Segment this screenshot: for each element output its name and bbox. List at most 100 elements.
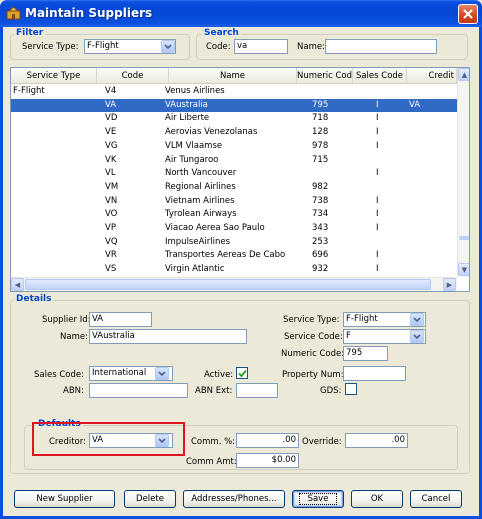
comm-pct-input[interactable]: .00	[236, 433, 299, 448]
scroll-up-button[interactable]: ▲	[458, 68, 469, 81]
addresses-phones-button[interactable]: Addresses/Phones...	[183, 490, 285, 508]
horizontal-scroll-thumb[interactable]	[25, 279, 431, 290]
table-row[interactable]: VS Virgin Atlantic 932 I	[11, 263, 457, 277]
cell-code: VN	[105, 195, 118, 206]
sales-code-value: International	[92, 368, 147, 378]
abn-ext-label: ABN Ext:	[195, 386, 233, 396]
close-button[interactable]	[458, 4, 478, 24]
cell-code: VG	[105, 140, 118, 151]
column-header-credit[interactable]: Credit	[407, 68, 457, 84]
cell-sales: I	[376, 209, 379, 220]
cell-numeric: 253	[312, 236, 329, 247]
checkmark-icon	[237, 369, 247, 377]
cell-name: VAustralia	[165, 99, 208, 110]
cell-numeric: 343	[312, 223, 329, 233]
override-input[interactable]: .00	[345, 433, 408, 448]
creditor-value: VA	[92, 435, 104, 445]
table-row[interactable]: VQ ImpulseAirlines 253	[11, 236, 457, 250]
service-code-dropdown-button[interactable]	[410, 330, 424, 343]
column-header-service-type[interactable]: Service Type	[11, 68, 97, 84]
cell-code: V4	[105, 86, 117, 96]
table-row[interactable]: VM Regional Airlines 982	[11, 181, 457, 195]
table-row[interactable]: VO Tyrolean Airways 734 I	[11, 208, 457, 222]
search-code-input[interactable]: va	[234, 39, 288, 54]
cell-numeric: 738	[312, 195, 329, 206]
cell-numeric: 795	[312, 99, 329, 110]
cell-numeric: 718	[312, 113, 329, 124]
comm-amt-input[interactable]: $0.00	[236, 453, 299, 468]
chevron-down-icon	[158, 370, 166, 376]
chevron-down-icon	[413, 316, 421, 322]
supplier-id-label: Supplier Id:	[42, 315, 91, 325]
table-row[interactable]: VE Aerovias Venezolanas 128 I	[11, 126, 457, 140]
filter-service-type-dropdown-button[interactable]	[161, 40, 175, 53]
gds-checkbox[interactable]	[345, 383, 357, 395]
abn-ext-input[interactable]	[236, 383, 278, 398]
search-legend: Search	[202, 28, 241, 38]
scroll-right-button[interactable]: ▶	[443, 278, 456, 291]
cell-name: Regional Airlines	[165, 181, 236, 192]
search-code-value: va	[237, 41, 248, 51]
cell-sales: I	[376, 168, 379, 179]
supplier-id-input[interactable]: VA	[89, 312, 152, 327]
cell-sales: I	[376, 140, 379, 151]
table-row[interactable]: VA VAustralia 795 I VA	[11, 98, 457, 113]
table-row[interactable]: VD Air Liberte 718 I	[11, 112, 457, 126]
column-header-sales-code[interactable]: Sales Code	[353, 68, 407, 84]
cell-name: Aerovias Venezolanas	[165, 127, 258, 138]
column-header-code[interactable]: Code	[97, 68, 169, 84]
table-row[interactable]: F-Flight V4 Venus Airlines	[11, 85, 457, 99]
new-supplier-button[interactable]: New Supplier	[14, 490, 115, 508]
property-num-input[interactable]	[343, 366, 406, 381]
scroll-thumb[interactable]	[459, 236, 469, 240]
delete-button[interactable]: Delete	[124, 490, 176, 508]
abn-input[interactable]	[89, 383, 188, 398]
creditor-dropdown-button[interactable]	[155, 434, 169, 447]
chevron-down-icon	[164, 43, 172, 49]
cell-code: VO	[105, 209, 118, 220]
filter-legend: Filter	[14, 28, 46, 38]
search-name-input[interactable]	[325, 39, 437, 54]
window-title: Maintain Suppliers	[25, 6, 153, 20]
table-row[interactable]: VK Air Tungaroo 715	[11, 154, 457, 168]
active-checkbox[interactable]	[236, 367, 248, 379]
vertical-scrollbar[interactable]: ▲ ▼	[457, 68, 469, 277]
scroll-up-icon: ▲	[461, 70, 468, 79]
service-type-dropdown-button[interactable]	[410, 313, 424, 326]
table-row[interactable]: VL North Vancouver I	[11, 167, 457, 181]
cell-numeric: 128	[312, 127, 329, 138]
scroll-down-button[interactable]: ▼	[458, 263, 469, 276]
cell-name: ImpulseAirlines	[165, 236, 231, 247]
horizontal-scrollbar[interactable]: ◀ ▶	[11, 277, 457, 291]
save-button-label: Save	[298, 493, 338, 505]
property-num-label: Property Num:	[282, 370, 344, 380]
scroll-left-button[interactable]: ◀	[11, 278, 24, 291]
ok-button[interactable]: OK	[351, 490, 403, 508]
table-row[interactable]: VP Viacao Aerea Sao Paulo 343 I	[11, 222, 457, 236]
suppliers-grid[interactable]: Service Type Code Name Numeric Code Sale…	[10, 67, 470, 292]
column-header-numeric-code[interactable]: Numeric Code	[297, 68, 353, 84]
cell-numeric: 715	[312, 154, 329, 165]
cell-code: VR	[105, 250, 117, 261]
table-row[interactable]: VR Transportes Aereas De Cabo 696 I	[11, 249, 457, 263]
search-code-label: Code:	[206, 42, 231, 52]
cell-name: Transportes Aereas De Cabo	[165, 250, 286, 261]
cell-name: North Vancouver	[165, 168, 237, 179]
cancel-button[interactable]: Cancel	[410, 490, 462, 508]
creditor-label: Creditor:	[49, 437, 86, 447]
cell-name: Tyrolean Airways	[165, 209, 237, 220]
scroll-left-icon: ◀	[14, 280, 21, 289]
table-row[interactable]: VN Vietnam Airlines 738 I	[11, 195, 457, 209]
grid-header: Service Type Code Name Numeric Code Sale…	[11, 68, 457, 84]
cell-numeric: 696	[312, 250, 329, 261]
cell-name: Viacao Aerea Sao Paulo	[165, 223, 265, 233]
abn-label: ABN:	[63, 386, 84, 396]
column-header-name[interactable]: Name	[169, 68, 297, 84]
save-button[interactable]: Save	[292, 490, 344, 508]
comm-amt-value: $0.00	[271, 455, 296, 465]
table-row[interactable]: VG VLM Vlaamse 978 I	[11, 140, 457, 154]
numeric-code-input[interactable]: 795	[343, 346, 388, 361]
sales-code-dropdown-button[interactable]	[155, 367, 169, 380]
cell-name: Air Tungaroo	[165, 154, 219, 165]
name-input[interactable]: VAustralia	[89, 329, 247, 344]
